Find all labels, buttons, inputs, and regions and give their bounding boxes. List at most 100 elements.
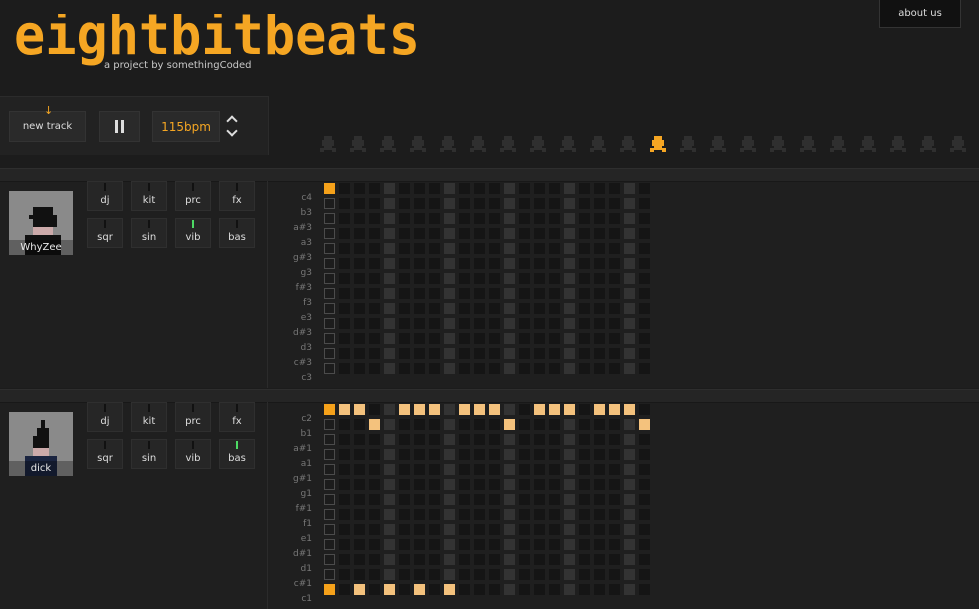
step-cell[interactable] — [354, 213, 365, 224]
step-cell[interactable] — [369, 419, 380, 430]
step-cell[interactable] — [459, 363, 470, 374]
step-cell[interactable] — [504, 479, 515, 490]
step-cell[interactable] — [429, 288, 440, 299]
step-cell[interactable] — [519, 213, 530, 224]
step-cell[interactable] — [444, 258, 455, 269]
step-cell[interactable] — [354, 569, 365, 580]
step-cell[interactable] — [339, 404, 350, 415]
step-cell[interactable] — [564, 183, 575, 194]
step-cell[interactable] — [489, 494, 500, 505]
step-cell[interactable] — [339, 449, 350, 460]
step-cell[interactable] — [354, 419, 365, 430]
step-cell[interactable] — [339, 318, 350, 329]
step-cell[interactable] — [639, 288, 650, 299]
step-cell[interactable] — [489, 554, 500, 565]
step-cell[interactable] — [399, 273, 410, 284]
step-cell[interactable] — [549, 524, 560, 535]
step-cell[interactable] — [519, 569, 530, 580]
step-cell[interactable] — [489, 213, 500, 224]
step-cell[interactable] — [459, 348, 470, 359]
step-cell[interactable] — [609, 584, 620, 595]
step-cell[interactable] — [474, 363, 485, 374]
step-cell[interactable] — [459, 303, 470, 314]
step-cell[interactable] — [609, 228, 620, 239]
step-cell[interactable] — [354, 404, 365, 415]
step-cell[interactable] — [339, 183, 350, 194]
step-cell[interactable] — [399, 213, 410, 224]
step-cell[interactable] — [459, 539, 470, 550]
step-cell[interactable] — [399, 363, 410, 374]
step-cell[interactable] — [489, 348, 500, 359]
step-cell[interactable] — [624, 479, 635, 490]
step-cell[interactable] — [609, 449, 620, 460]
step-cell[interactable] — [534, 183, 545, 194]
step-cell[interactable] — [429, 348, 440, 359]
step-cell[interactable] — [399, 333, 410, 344]
step-cell[interactable] — [444, 494, 455, 505]
instrument-button-vib[interactable]: vib — [175, 439, 211, 469]
step-cell[interactable] — [444, 228, 455, 239]
step-cell[interactable] — [429, 273, 440, 284]
step-cell[interactable] — [579, 183, 590, 194]
step-cell[interactable] — [564, 348, 575, 359]
step-cell[interactable] — [384, 464, 395, 475]
step-cell[interactable] — [504, 434, 515, 445]
step-cell[interactable] — [579, 494, 590, 505]
step-cell[interactable] — [369, 434, 380, 445]
step-cell[interactable] — [489, 273, 500, 284]
step-cell[interactable] — [489, 464, 500, 475]
step-cell[interactable] — [384, 554, 395, 565]
step-cell[interactable] — [489, 434, 500, 445]
step-cell[interactable] — [549, 584, 560, 595]
step-cell[interactable] — [384, 494, 395, 505]
step-cell[interactable] — [339, 333, 350, 344]
step-cell[interactable] — [399, 258, 410, 269]
step-cell[interactable] — [564, 569, 575, 580]
step-cell[interactable] — [504, 333, 515, 344]
step-cell[interactable] — [414, 434, 425, 445]
step-cell[interactable] — [399, 419, 410, 430]
step-cell[interactable] — [534, 348, 545, 359]
step-cell[interactable] — [354, 464, 365, 475]
step-cell[interactable] — [564, 524, 575, 535]
step-cell[interactable] — [444, 198, 455, 209]
step-cell[interactable] — [399, 348, 410, 359]
step-cell[interactable] — [444, 404, 455, 415]
step-cell[interactable] — [504, 509, 515, 520]
step-cell[interactable] — [444, 584, 455, 595]
step-cell[interactable] — [519, 363, 530, 374]
step-cell[interactable] — [549, 449, 560, 460]
step-cell[interactable] — [639, 494, 650, 505]
step-cell[interactable] — [414, 243, 425, 254]
step-cell[interactable] — [369, 213, 380, 224]
step-cell[interactable] — [519, 509, 530, 520]
step-cell[interactable] — [399, 243, 410, 254]
step-cell[interactable] — [549, 288, 560, 299]
step-cell[interactable] — [324, 419, 335, 430]
step-cell[interactable] — [579, 479, 590, 490]
step-cell[interactable] — [564, 258, 575, 269]
about-us-button[interactable]: about us — [879, 0, 961, 28]
step-cell[interactable] — [609, 464, 620, 475]
step-cell[interactable] — [324, 404, 335, 415]
step-cell[interactable] — [519, 333, 530, 344]
step-cell[interactable] — [534, 258, 545, 269]
step-cell[interactable] — [459, 213, 470, 224]
step-cell[interactable] — [564, 273, 575, 284]
step-cell[interactable] — [639, 273, 650, 284]
step-cell[interactable] — [489, 243, 500, 254]
step-cell[interactable] — [594, 584, 605, 595]
step-cell[interactable] — [474, 434, 485, 445]
instrument-button-sin[interactable]: sin — [131, 218, 167, 248]
step-cell[interactable] — [414, 464, 425, 475]
step-cell[interactable] — [489, 509, 500, 520]
step-cell[interactable] — [459, 419, 470, 430]
step-cell[interactable] — [549, 509, 560, 520]
step-cell[interactable] — [594, 539, 605, 550]
step-cell[interactable] — [384, 303, 395, 314]
step-cell[interactable] — [639, 404, 650, 415]
step-cell[interactable] — [639, 524, 650, 535]
step-cell[interactable] — [369, 464, 380, 475]
step-cell[interactable] — [519, 404, 530, 415]
step-cell[interactable] — [519, 183, 530, 194]
